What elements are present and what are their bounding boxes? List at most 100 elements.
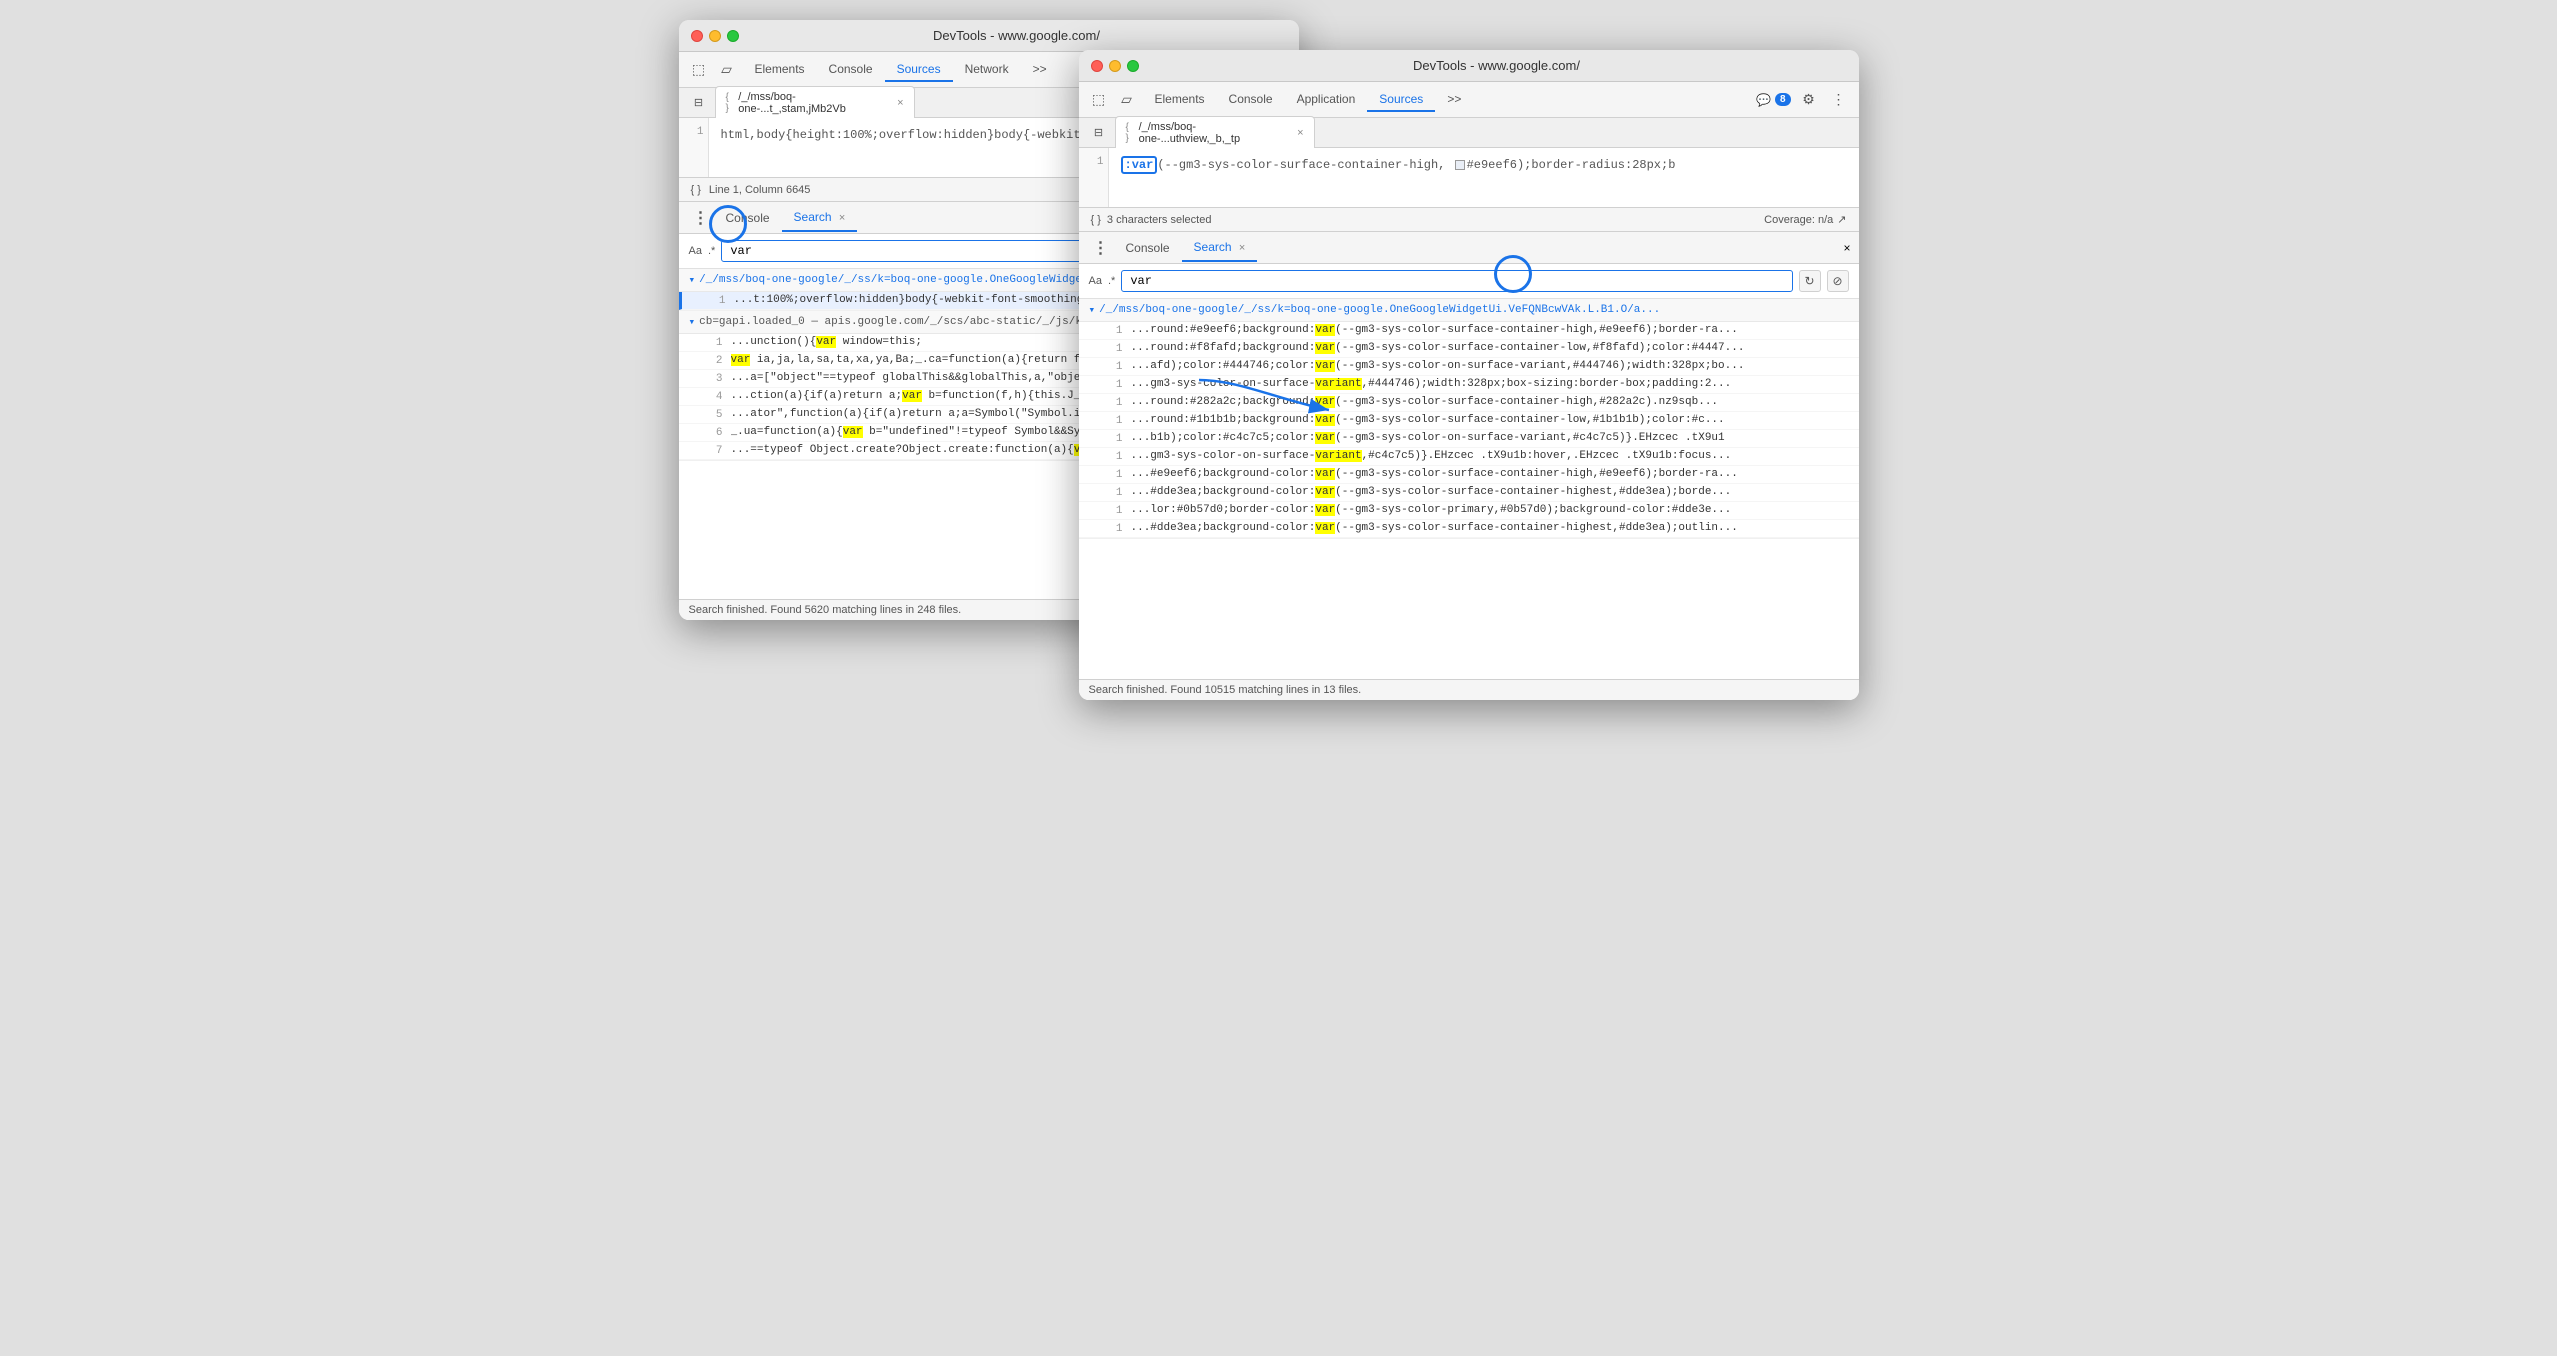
settings-icon-right[interactable]: ⚙ [1797,88,1821,112]
search-result-row-r-3[interactable]: 1 ...afd);color:#444746;color:var(--gm3-… [1079,358,1859,376]
file-chevron-2-left: ▾ [689,315,696,329]
coverage-text-right: Coverage: n/a [1764,214,1833,226]
tab-application-right[interactable]: Application [1285,88,1368,112]
window-title-right: DevTools - www.google.com/ [1147,58,1847,73]
result-text-r-4: ...gm3-sys-color-on-surface-variant,#444… [1131,378,1849,390]
case-sensitive-left[interactable]: Aa [689,245,702,257]
panel-tab-console-left[interactable]: Console [714,205,782,231]
search-status-right: Search finished. Found 10515 matching li… [1079,679,1859,700]
close-button-right[interactable] [1091,60,1103,72]
search-result-row-r-9[interactable]: 1 ...#e9eef6;background-color:var(--gm3-… [1079,466,1859,484]
status-left-right: { } 3 characters selected [1091,214,1212,226]
search-result-row-r-4[interactable]: 1 ...gm3-sys-color-on-surface-variant,#4… [1079,376,1859,394]
result-text-r-1: ...round:#e9eef6;background:var(--gm3-sy… [1131,324,1849,336]
file-tab-close-right[interactable]: × [1297,127,1303,139]
line-num-r-3: 1 [1103,360,1123,373]
code-content-right: :var(--gm3-sys-color-surface-container-h… [1109,148,1859,207]
panel-tab-console-right[interactable]: Console [1114,235,1182,261]
sidebar-toggle-left[interactable]: ⊟ [687,91,711,115]
file-tab-left[interactable]: { } /_/mss/boq-one-...t_,stam,jMb2Vb × [715,86,915,119]
search-result-row-r-1[interactable]: 1 ...round:#e9eef6;background:var(--gm3-… [1079,322,1859,340]
device-icon[interactable]: ▱ [715,58,739,82]
tab-more-left[interactable]: >> [1021,58,1059,82]
status-bar-right: { } 3 characters selected Coverage: n/a … [1079,208,1859,232]
file-chevron-right: ▾ [1089,303,1096,317]
file-tab-right[interactable]: { } /_/mss/boq-one-...uthview,_b,_tp × [1115,116,1315,149]
line-num-r-6: 1 [1103,414,1123,427]
panel-tab-close-left[interactable]: × [839,212,845,224]
tab-network-left[interactable]: Network [953,58,1021,82]
result-text-r-3: ...afd);color:#444746;color:var(--gm3-sy… [1131,360,1849,372]
file-chevron-1-left: ▾ [689,273,696,287]
search-file-group-1-right: ▾ /_/mss/boq-one-google/_/ss/k=boq-one-g… [1079,299,1859,539]
line-num-1-1-left: 1 [706,294,726,307]
traffic-lights-left [691,30,739,42]
tab-elements-right[interactable]: Elements [1143,88,1217,112]
tab-sources-left[interactable]: Sources [885,58,953,82]
badge-count: 8 [1775,93,1791,106]
line-num-r-8: 1 [1103,450,1123,463]
search-input-right[interactable] [1121,270,1792,292]
search-result-row-r-6[interactable]: 1 ...round:#1b1b1b;background:var(--gm3-… [1079,412,1859,430]
code-text-right: (--gm3-sys-color-surface-container-high,… [1157,158,1675,172]
file-tab-close-left[interactable]: × [897,97,903,109]
device-icon-right[interactable]: ▱ [1115,88,1139,112]
panel-tab-search-right[interactable]: Search × [1182,234,1258,262]
search-result-row-r-8[interactable]: 1 ...gm3-sys-color-on-surface-variant,#c… [1079,448,1859,466]
search-result-row-r-7[interactable]: 1 ...b1b);color:#c4c7c5;color:var(--gm3-… [1079,430,1859,448]
minimize-button-left[interactable] [709,30,721,42]
result-text-r-5: ...round:#282a2c;background:var(--gm3-sy… [1131,396,1849,408]
line-num-2-7-left: 7 [703,444,723,457]
code-area-right: 1 :var(--gm3-sys-color-surface-container… [1079,148,1859,208]
search-result-row-r-2[interactable]: 1 ...round:#f8fafd;background:var(--gm3-… [1079,340,1859,358]
line-numbers-left: 1 [679,118,709,177]
panel-dots-left[interactable]: ⋮ [687,208,714,228]
kebab-icon-right[interactable]: ⋮ [1827,88,1851,112]
maximize-button-left[interactable] [727,30,739,42]
line-numbers-right: 1 [1079,148,1109,207]
search-refresh-right[interactable]: ↻ [1799,270,1821,292]
search-result-row-r-5[interactable]: 1 ...round:#282a2c;background:var(--gm3-… [1079,394,1859,412]
cursor-icon-right: { } [1091,214,1101,226]
tab-elements-left[interactable]: Elements [743,58,817,82]
line-num-2-5-left: 5 [703,408,723,421]
coverage-right: Coverage: n/a ↗ [1764,213,1846,226]
maximize-button-right[interactable] [1127,60,1139,72]
search-result-row-r-12[interactable]: 1 ...#dde3ea;background-color:var(--gm3-… [1079,520,1859,538]
tab-more-right[interactable]: >> [1435,88,1473,112]
file-tab-bar-right: ⊟ { } /_/mss/boq-one-...uthview,_b,_tp × [1079,118,1859,148]
tab-sources-right[interactable]: Sources [1367,88,1435,112]
line-num-r-2: 1 [1103,342,1123,355]
tab-console-left[interactable]: Console [817,58,885,82]
panel-tab-bar-right: ⋮ Console Search × × [1079,232,1859,264]
line-num-r-10: 1 [1103,486,1123,499]
file-icon-right: { } [1126,122,1135,144]
line-num-2-3-left: 3 [703,372,723,385]
panel-dots-right[interactable]: ⋮ [1087,238,1114,258]
inspector-icon-right[interactable]: ⬚ [1087,88,1111,112]
var-box: :var [1121,156,1158,174]
toolbar-right-icons: 💬 8 ⚙ ⋮ [1756,88,1851,112]
regex-left[interactable]: .* [708,245,715,257]
search-clear-right[interactable]: ⊘ [1827,270,1849,292]
result-text-r-2: ...round:#f8fafd;background:var(--gm3-sy… [1131,342,1849,354]
search-result-row-r-11[interactable]: 1 ...lor:#0b57d0;border-color:var(--gm3-… [1079,502,1859,520]
code-var-highlight: :var [1121,156,1158,174]
search-result-row-r-10[interactable]: 1 ...#dde3ea;background-color:var(--gm3-… [1079,484,1859,502]
expand-icon-right[interactable]: ↗ [1837,213,1846,226]
sidebar-toggle-right[interactable]: ⊟ [1087,121,1111,145]
result-text-r-9: ...#e9eef6;background-color:var(--gm3-sy… [1131,468,1849,480]
panel-tab-search-left[interactable]: Search × [782,204,858,232]
minimize-button-right[interactable] [1109,60,1121,72]
code-text-left: html,body{height:100%;overflow:hidden}bo… [721,128,1103,142]
panel-tab-close-right[interactable]: × [1239,242,1245,254]
tab-console-right[interactable]: Console [1217,88,1285,112]
close-button-left[interactable] [691,30,703,42]
case-sensitive-right[interactable]: Aa [1089,275,1102,287]
regex-right[interactable]: .* [1108,275,1115,287]
result-text-r-11: ...lor:#0b57d0;border-color:var(--gm3-sy… [1131,504,1849,516]
panel-close-btn-right[interactable]: × [1843,241,1850,255]
inspector-icon[interactable]: ⬚ [687,58,711,82]
search-file-header-1-right[interactable]: ▾ /_/mss/boq-one-google/_/ss/k=boq-one-g… [1079,299,1859,322]
color-swatch [1455,160,1465,170]
